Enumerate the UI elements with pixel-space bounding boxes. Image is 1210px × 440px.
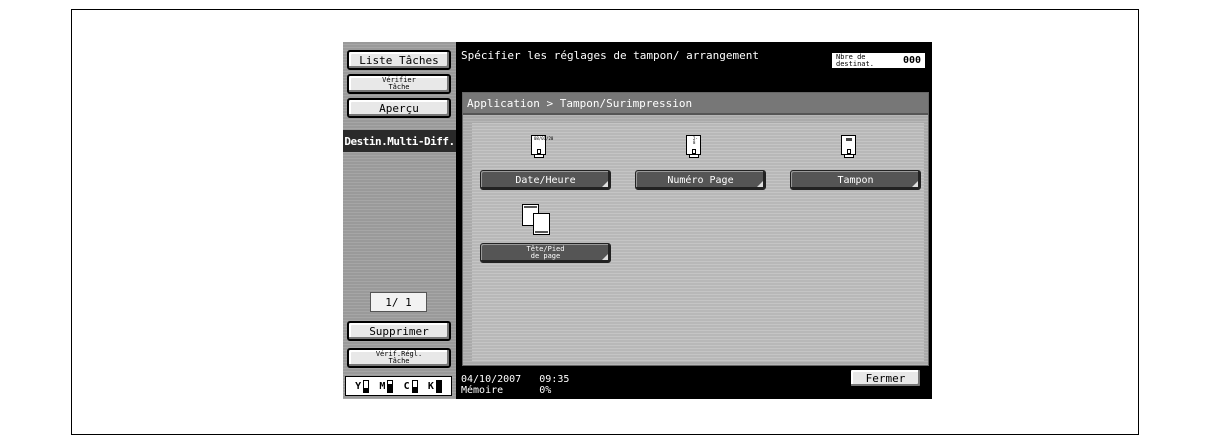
date-stamp-icon: 08/01/20	[530, 135, 554, 159]
tete-pied-label-2: de page	[530, 252, 561, 260]
main-panel: Application > Tampon/Surimpression 08/01…	[462, 92, 929, 366]
numero-page-button[interactable]: Numéro Page	[635, 170, 766, 190]
supprimer-button[interactable]: Supprimer	[347, 321, 451, 341]
toner-y-bar	[363, 379, 370, 393]
toner-k: K	[427, 379, 442, 393]
liste-taches-button[interactable]: Liste Tâches	[347, 50, 451, 70]
status-footer: 04/10/2007 09:35 Mémoire 0%	[461, 374, 569, 396]
verifier-tache-button[interactable]: Vérifier Tâche	[347, 74, 451, 94]
toner-k-bar	[435, 379, 442, 393]
footer-time: 09:35	[539, 374, 570, 385]
memory-label: Mémoire	[461, 385, 504, 396]
header-footer-pages-icon	[522, 204, 552, 236]
date-heure-button[interactable]: Date/Heure	[480, 170, 611, 190]
verif-regl-label-2: Tâche	[388, 357, 410, 365]
dest-label-2: destinat.	[836, 59, 874, 68]
toner-c-label: C	[403, 380, 410, 392]
verifier-tache-label-2: Tâche	[388, 83, 410, 91]
stamp-icon	[840, 135, 858, 159]
toner-k-label: K	[427, 380, 434, 392]
verif-regl-tache-button[interactable]: Vérif.Régl. Tâche	[347, 348, 451, 368]
toner-y: Y	[355, 379, 370, 393]
left-panel: Liste Tâches Vérifier Tâche Aperçu Desti…	[343, 42, 456, 399]
screen-title: Spécifier les réglages de tampon/ arrang…	[461, 49, 760, 62]
fermer-button[interactable]: Fermer	[849, 368, 922, 388]
toner-c-bar	[411, 379, 418, 393]
apercu-button[interactable]: Aperçu	[347, 98, 451, 118]
date-icon-mark: 08/01/20	[534, 136, 554, 141]
destination-count: Nbre de destinat. 000	[831, 52, 926, 69]
tampon-button[interactable]: Tampon	[790, 170, 921, 190]
destination-count-label: Nbre de destinat.	[836, 53, 874, 68]
destin-multi-diff-tab[interactable]: Destin.Multi-Diff.	[343, 130, 456, 152]
page-number-stamp-icon: 2-8	[685, 135, 703, 159]
toner-m-label: M	[379, 380, 386, 392]
breadcrumb: Application > Tampon/Surimpression	[463, 93, 928, 115]
toner-levels: Y M C K	[345, 376, 452, 396]
page-icon-mark: 2-8	[693, 136, 698, 145]
toner-c: C	[403, 379, 418, 393]
page-indicator: 1/ 1	[370, 292, 427, 312]
tete-pied-de-page-button[interactable]: Tête/Pied de page	[480, 243, 611, 263]
options-area: 08/01/20 Date/Heure 2-8 Numéro Page Tamp…	[472, 123, 924, 361]
toner-y-label: Y	[355, 380, 362, 392]
device-screen: Liste Tâches Vérifier Tâche Aperçu Desti…	[343, 42, 932, 399]
memory-value: 0%	[539, 385, 552, 396]
toner-m: M	[379, 379, 394, 393]
destination-count-value: 000	[902, 55, 921, 66]
footer-date: 04/10/2007	[461, 374, 522, 385]
toner-m-bar	[387, 379, 394, 393]
